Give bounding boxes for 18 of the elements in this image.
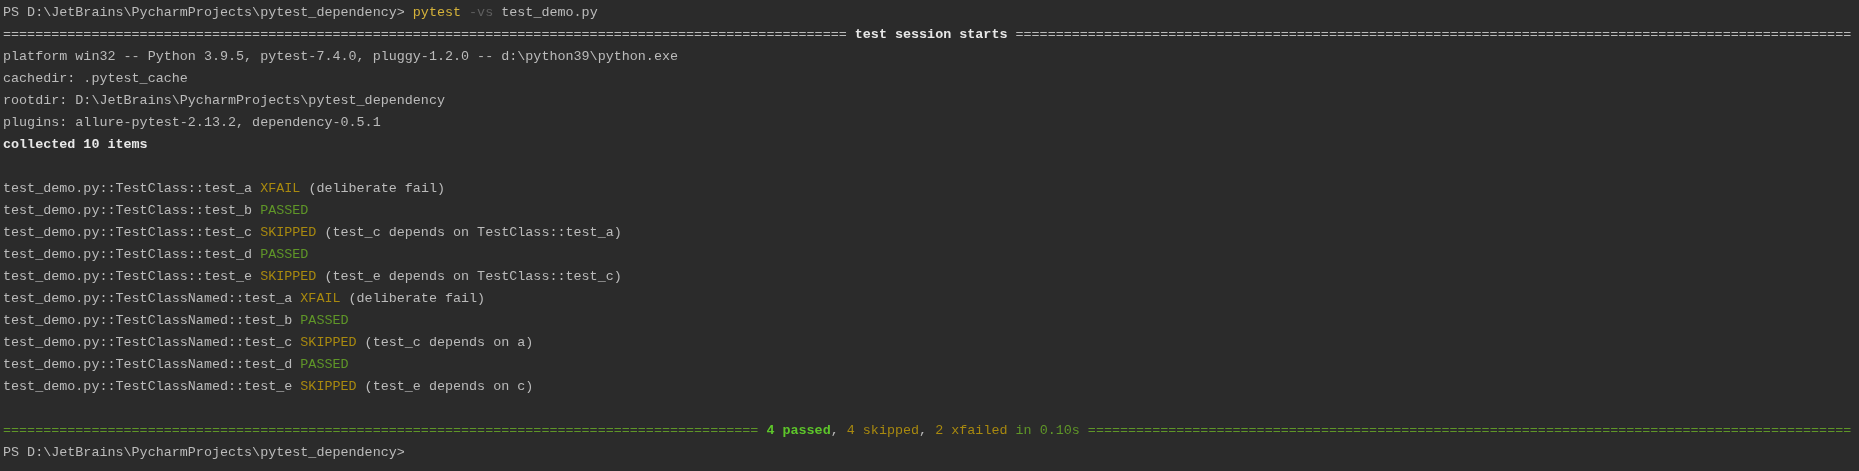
terminal-line: cachedir: .pytest_cache <box>3 70 188 88</box>
terminal-line: test_demo.py::TestClass::test_b PASSED <box>3 202 309 220</box>
terminal-line: PS D:\JetBrains\PycharmProjects\pytest_dependency> <box>3 444 405 462</box>
terminal-line: test_demo.py::TestClass::test_e SKIPPED (test_e depends on TestClass::test_c) <box>3 268 622 286</box>
terminal-line: rootdir: D:\JetBrains\PycharmProjects\pytest_dependency <box>3 92 445 110</box>
terminal-line: test_demo.py::TestClass::test_a XFAIL (deliberate fail) <box>3 180 445 198</box>
terminal-line: test_demo.py::TestClassNamed::test_a XFAIL (deliberate fail) <box>3 290 486 308</box>
terminal-line: test_demo.py::TestClassNamed::test_e SKIPPED (test_e depends on c) <box>3 378 534 396</box>
terminal-line: plugins: allure-pytest-2.13.2, dependency-0.5.1 <box>3 114 381 132</box>
terminal-line: test_demo.py::TestClassNamed::test_b PASSED <box>3 312 349 330</box>
terminal-line: ========================================================================================================= test session starts ======================================================================================================== <box>3 26 1852 44</box>
terminal-line: ============================================================================================== 4 passed, 4 skipped, 2 xfailed in 0.10s =============================================================================================== <box>3 422 1852 440</box>
terminal-line: test_demo.py::TestClass::test_d PASSED <box>3 246 309 264</box>
terminal-line: test_demo.py::TestClassNamed::test_d PASSED <box>3 356 349 374</box>
terminal-line: collected 10 items <box>3 136 148 154</box>
terminal-line: test_demo.py::TestClass::test_c SKIPPED (test_c depends on TestClass::test_a) <box>3 224 622 242</box>
terminal-line: platform win32 -- Python 3.9.5, pytest-7.4.0, pluggy-1.2.0 -- d:\python39\python.exe <box>3 48 678 66</box>
terminal-line: test_demo.py::TestClassNamed::test_c SKIPPED (test_c depends on a) <box>3 334 534 352</box>
